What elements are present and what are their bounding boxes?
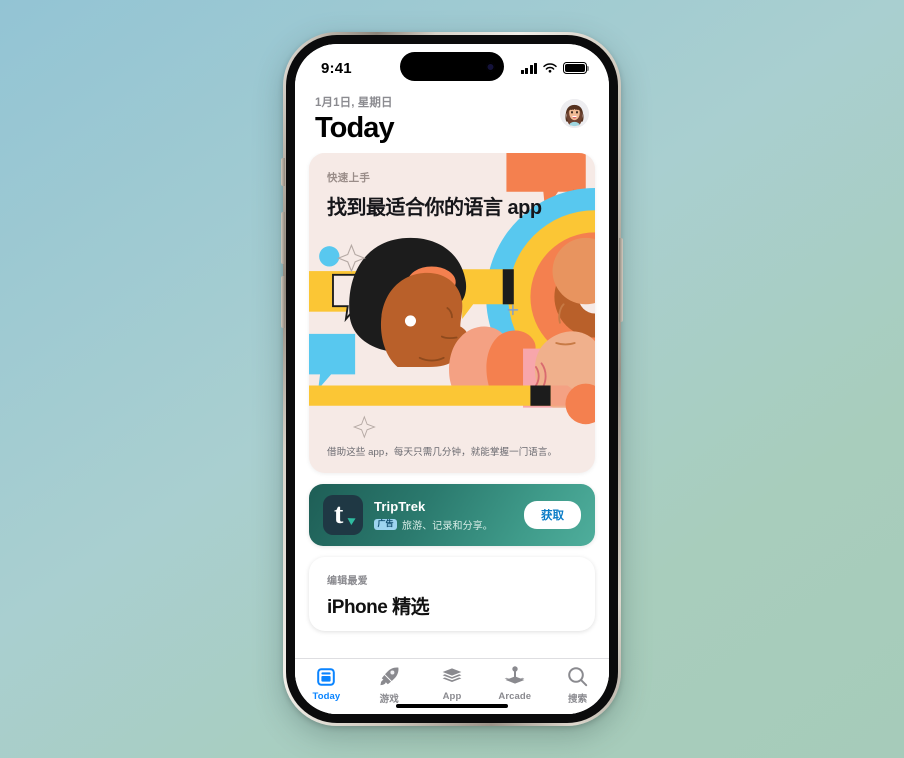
app-store-screen: 9:41 1月1日, 星期日 Today 快速上手 找到最适合你的语言 app … [295, 44, 609, 714]
ad-app-description: 旅游、记录和分享。 [402, 520, 493, 532]
tab-games[interactable]: 游戏 [358, 665, 421, 705]
tab-search[interactable]: 搜索 [546, 665, 609, 705]
avatar[interactable] [560, 99, 589, 128]
editors-card-title: iPhone 精选 [327, 597, 430, 618]
ad-app-name: TripTrek [374, 498, 426, 514]
dynamic-island [400, 52, 504, 81]
memoji-avatar-icon [560, 99, 589, 128]
home-indicator-bar[interactable] [396, 703, 508, 708]
tab-label: 游戏 [379, 694, 399, 705]
header-text-group: 1月1日, 星期日 Today [315, 92, 395, 145]
featured-card-caption: 借助这些 app，每天只需几分钟，就能掌握一门语言。 [327, 447, 558, 458]
page-title: Today [315, 112, 395, 144]
tab-app[interactable]: App [421, 665, 484, 702]
today-card-icon [316, 665, 336, 688]
iphone-device-mockup: 9:41 1月1日, 星期日 Today 快速上手 找到最适合你的语言 app … [281, 32, 623, 726]
tab-today[interactable]: Today [295, 665, 358, 702]
volume-down-button[interactable] [281, 276, 285, 328]
silence-switch-button[interactable] [281, 158, 285, 186]
battery-full-icon [563, 62, 590, 74]
power-button[interactable] [619, 238, 623, 322]
ad-card-subline: 广告 旅游、记录和分享。 [374, 517, 513, 532]
editors-choice-card[interactable]: 编辑最爱 iPhone 精选 [309, 557, 595, 631]
tab-label: Today [312, 691, 341, 702]
joystick-icon [504, 665, 526, 688]
layers-stack-icon [441, 665, 463, 688]
rocket-icon [379, 665, 400, 688]
screenshot-stage: 9:41 1月1日, 星期日 Today 快速上手 找到最适合你的语言 app … [0, 0, 904, 758]
today-feed: 快速上手 找到最适合你的语言 app 借助这些 app，每天只需几分钟，就能掌握… [295, 153, 609, 658]
tab-label: 搜索 [567, 694, 588, 705]
current-date: 1月1日, 星期日 [315, 97, 393, 109]
search-icon [567, 665, 588, 688]
front-camera-icon [486, 62, 495, 71]
app-icon-glyph: t [334, 499, 344, 530]
featured-card-title: 找到最适合你的语言 app [327, 197, 542, 219]
featured-card-eyebrow: 快速上手 [327, 172, 371, 184]
status-bar-time: 9:41 [321, 59, 352, 77]
wifi-icon [543, 63, 557, 73]
cellular-bars-icon [520, 62, 537, 74]
tab-label: App [442, 691, 462, 702]
volume-up-button[interactable] [281, 212, 285, 264]
status-badge: 广告 [374, 518, 397, 530]
paper-plane-icon [347, 514, 358, 526]
ad-card-text-group: TripTrek 广告 旅游、记录和分享。 [374, 499, 513, 532]
featured-story-card[interactable]: 快速上手 找到最适合你的语言 app 借助这些 app，每天只需几分钟，就能掌握… [309, 153, 595, 473]
get-app-button[interactable]: 获取 [524, 501, 581, 529]
status-bar-indicators [520, 58, 590, 74]
ad-app-card[interactable]: t TripTrek 广告 旅游、记录和分享。 获取 [309, 484, 595, 546]
device-bezel: 9:41 1月1日, 星期日 Today 快速上手 找到最适合你的语言 app … [295, 44, 609, 714]
triptrek-app-icon: t [323, 495, 363, 535]
tab-arcade[interactable]: Arcade [483, 665, 546, 702]
tab-label: Arcade [498, 691, 532, 702]
status-bar: 9:41 [295, 44, 609, 88]
editors-card-eyebrow: 编辑最爱 [327, 576, 368, 587]
page-header: 1月1日, 星期日 Today [295, 88, 609, 153]
